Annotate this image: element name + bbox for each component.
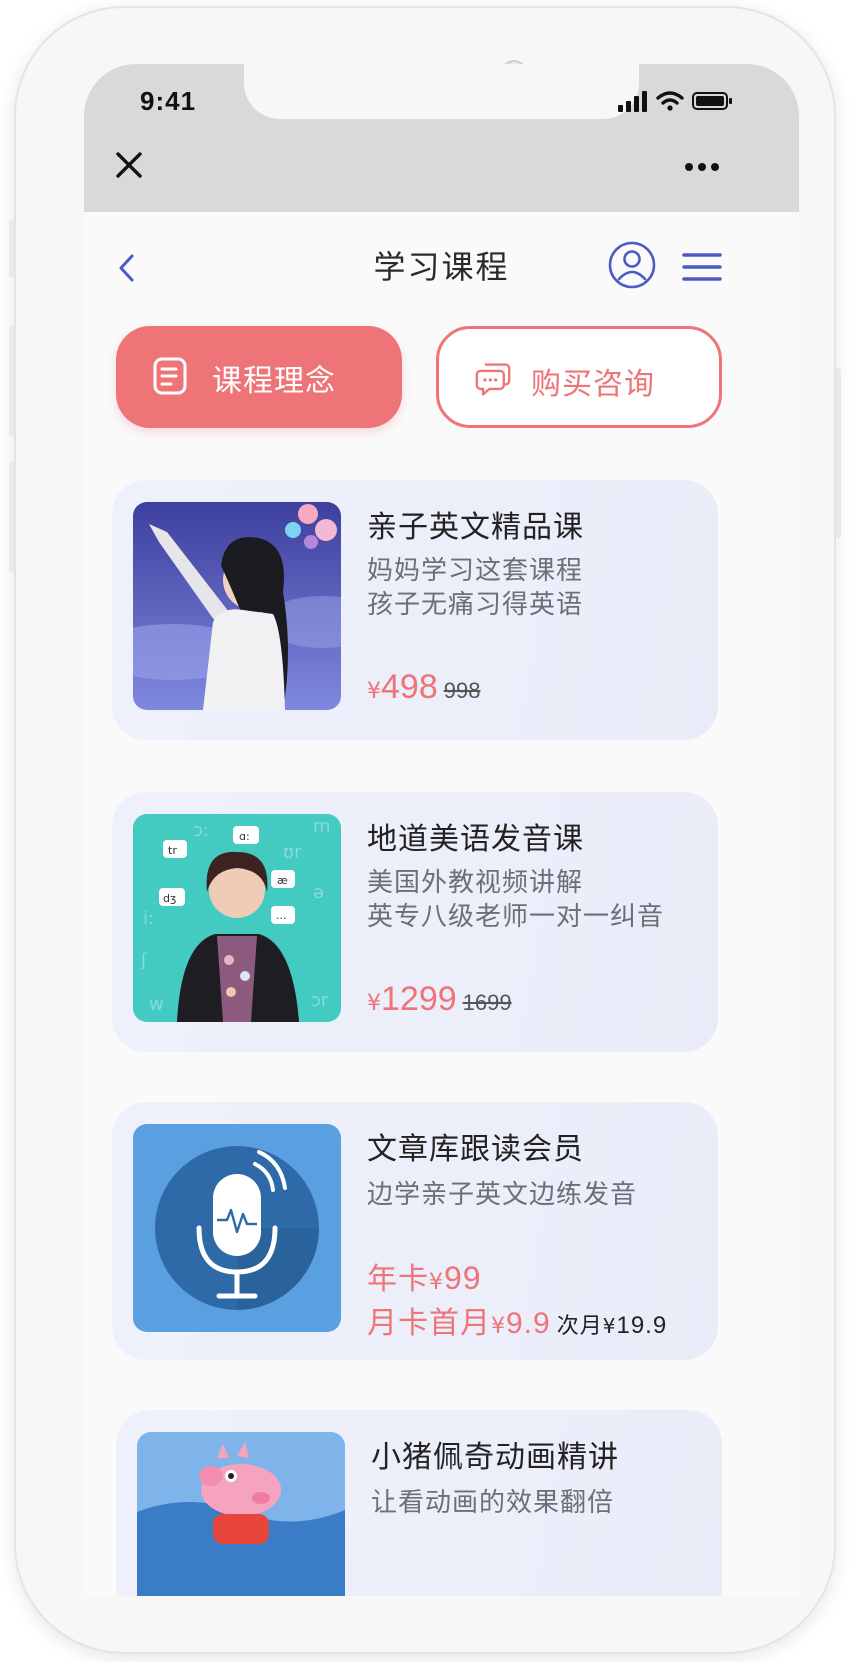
status-time: 9:41 — [140, 86, 197, 116]
next-month-price: 次月¥19.9 — [556, 1312, 668, 1339]
svg-text:ʊr: ʊr — [283, 842, 302, 863]
menu-icon[interactable] — [682, 252, 722, 282]
course-card[interactable]: 亲子英文精品课 妈妈学习这套课程 孩子无痛习得英语 ¥498 998 — [112, 480, 718, 740]
course-description: 让看动画的效果翻倍 — [371, 1488, 615, 1518]
more-icon[interactable] — [684, 162, 720, 172]
currency-symbol: ¥ — [367, 679, 381, 704]
course-description: 孩子无痛习得英语 — [367, 590, 584, 620]
price-value: 1299 — [381, 980, 457, 1018]
annual-price: 年卡¥99 — [367, 1260, 482, 1297]
course-title: 文章库跟读会员 — [367, 1132, 584, 1167]
volume-up-button — [9, 326, 14, 436]
course-description: 美国外教视频讲解 — [367, 868, 584, 898]
svg-text:ʃ: ʃ — [140, 950, 148, 971]
svg-text:w: w — [149, 994, 164, 1015]
monthly-price: 月卡首月¥9.9 次月¥19.9 — [367, 1306, 668, 1341]
nav-bar: 学习课程 — [84, 212, 799, 322]
course-price: ¥498 998 — [367, 668, 480, 707]
battery-icon — [692, 92, 732, 110]
chat-bubbles-icon — [475, 363, 511, 396]
course-thumbnail — [133, 1124, 341, 1332]
course-description: 边学亲子英文边练发音 — [367, 1180, 638, 1210]
document-icon — [153, 357, 187, 395]
teacher-photo — [133, 502, 341, 710]
svg-text:tr: tr — [168, 844, 177, 857]
course-title: 小猪佩奇动画精讲 — [371, 1440, 619, 1475]
teacher-photo: ɔ: m ʊr ə i: ʃ w ɔr tr ɑ: æ dʒ ... — [133, 814, 341, 1022]
course-thumbnail — [133, 502, 341, 710]
svg-text:æ: æ — [277, 874, 288, 887]
course-description: 妈妈学习这套课程 — [367, 556, 584, 586]
screen: 9:41 学习课程 课程理念 购买咨询 亲子英文精品课 妈妈学习这套课程 孩子无… — [84, 64, 799, 1596]
course-philosophy-button[interactable]: 课程理念 — [116, 326, 402, 428]
course-title: 地道美语发音课 — [367, 822, 584, 857]
wifi-icon — [656, 91, 684, 111]
cartoon-pig-image — [137, 1432, 345, 1596]
original-price: 1699 — [462, 990, 512, 1015]
price-value: 498 — [381, 668, 438, 706]
svg-text:ɑ:: ɑ: — [239, 830, 250, 843]
original-price: 998 — [443, 678, 481, 703]
user-profile-icon[interactable] — [607, 240, 657, 290]
course-price: ¥1299 1699 — [367, 980, 512, 1019]
phone-frame: 9:41 学习课程 课程理念 购买咨询 亲子英文精品课 妈妈学习这套课程 孩子无… — [9, 6, 841, 1654]
silent-switch — [9, 220, 14, 278]
purchase-consult-button[interactable]: 购买咨询 — [436, 326, 722, 428]
svg-text:i:: i: — [143, 908, 154, 929]
course-thumbnail: ɔ: m ʊr ə i: ʃ w ɔr tr ɑ: æ dʒ ... — [133, 814, 341, 1022]
microphone-icon — [133, 1124, 341, 1332]
currency-symbol: ¥ — [367, 991, 381, 1016]
notch — [244, 64, 639, 119]
svg-text:...: ... — [276, 909, 287, 922]
power-button — [836, 368, 841, 538]
course-description: 英专八级老师一对一纠音 — [367, 902, 665, 932]
close-icon[interactable] — [114, 150, 144, 180]
purchase-consult-label: 购买咨询 — [531, 367, 655, 402]
course-philosophy-label: 课程理念 — [212, 364, 336, 399]
course-card[interactable]: ɔ: m ʊr ə i: ʃ w ɔr tr ɑ: æ dʒ ... 地道美语发… — [112, 792, 718, 1052]
status-icons — [618, 91, 732, 112]
course-card[interactable]: 文章库跟读会员 边学亲子英文边练发音 年卡¥99 月卡首月¥9.9 次月¥19.9 — [112, 1102, 718, 1360]
course-title: 亲子英文精品课 — [367, 510, 584, 545]
course-card[interactable]: 小猪佩奇动画精讲 让看动画的效果翻倍 — [116, 1410, 722, 1596]
svg-text:ɔr: ɔr — [311, 990, 329, 1011]
svg-text:ɔ:: ɔ: — [193, 820, 209, 841]
signal-icon — [618, 91, 647, 112]
svg-text:dʒ: dʒ — [163, 892, 176, 905]
volume-down-button — [9, 462, 14, 572]
svg-text:m: m — [313, 816, 331, 837]
svg-text:ə: ə — [313, 882, 324, 903]
course-thumbnail — [137, 1432, 345, 1596]
